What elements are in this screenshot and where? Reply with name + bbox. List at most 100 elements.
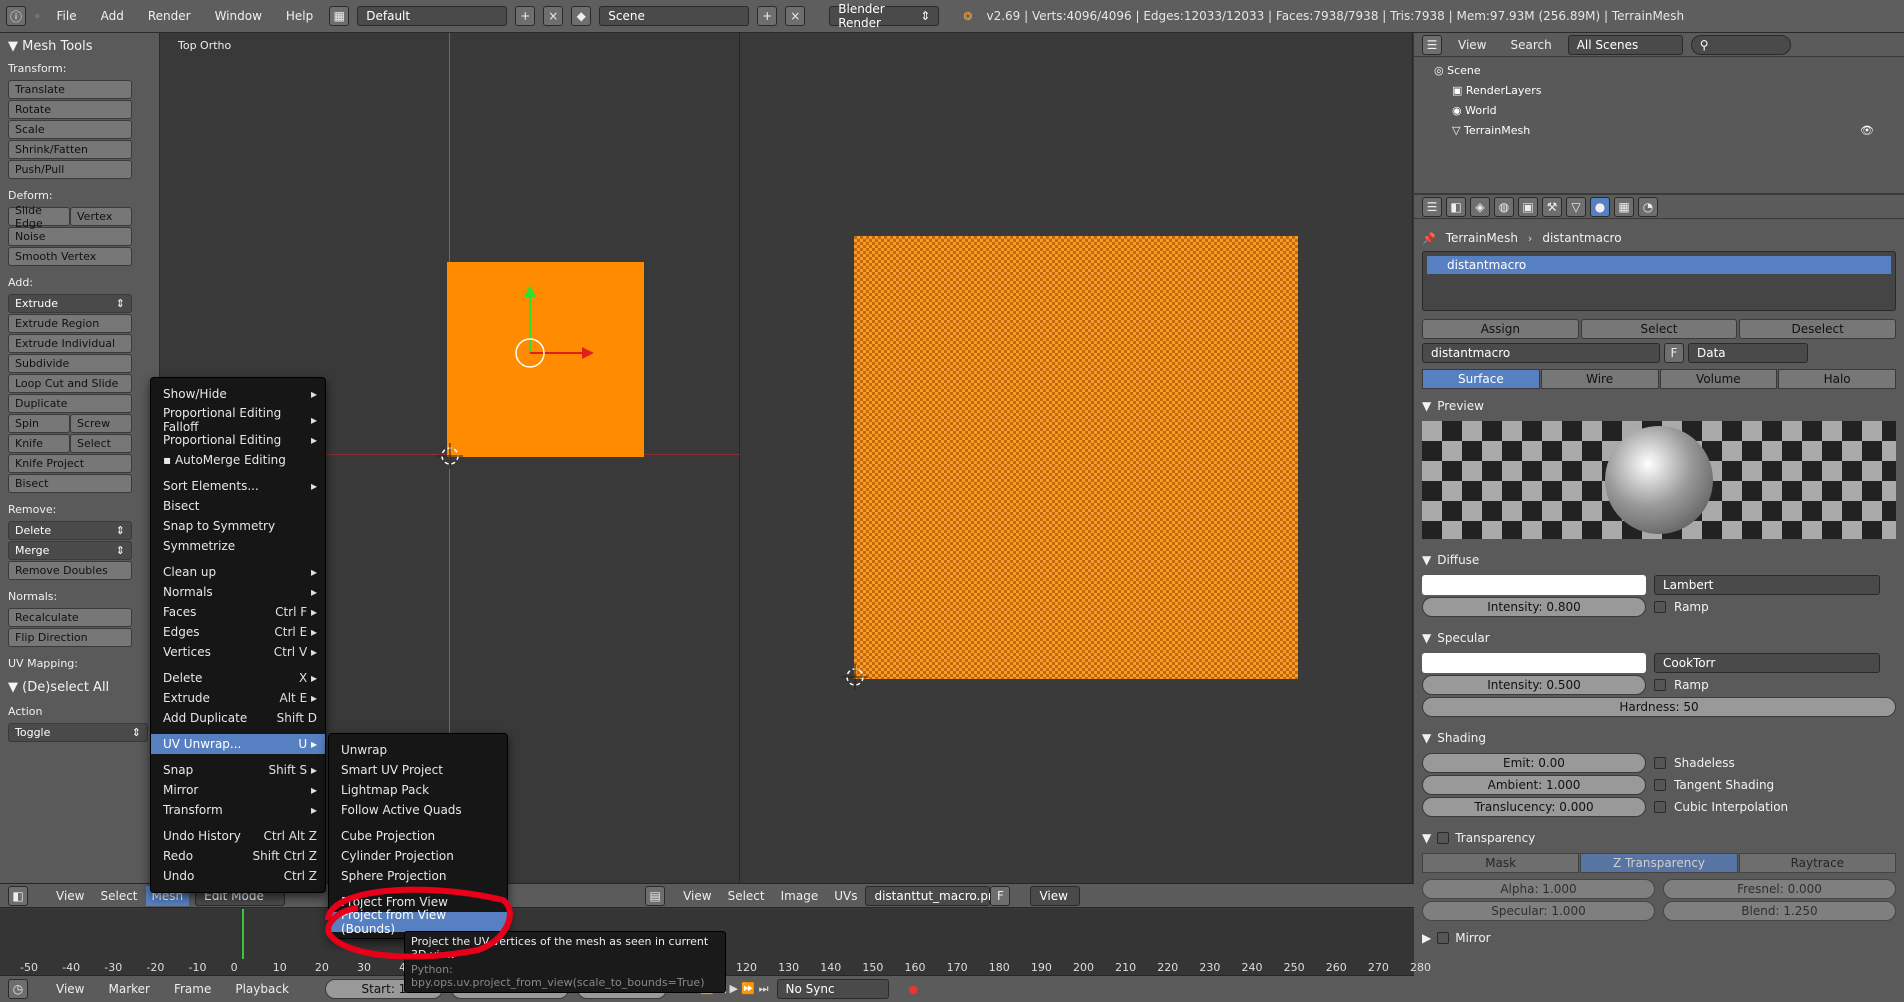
- menu-help[interactable]: Help: [278, 6, 321, 26]
- extrude-dropdown[interactable]: Extrude ⇕: [8, 294, 132, 313]
- scene-add-icon[interactable]: +: [757, 6, 778, 26]
- physics-tab-icon[interactable]: ◔: [1638, 196, 1658, 217]
- mesh-menu-item-undo-history[interactable]: Undo History Ctrl Alt Z: [151, 826, 325, 846]
- screw-button[interactable]: Screw: [70, 414, 132, 433]
- transform-manipulator-icon[interactable]: [440, 273, 660, 453]
- outliner-search-input[interactable]: ⚲: [1690, 34, 1791, 55]
- tab-z-transparency[interactable]: Z Transparency: [1580, 853, 1738, 873]
- mirror-checkbox[interactable]: [1437, 932, 1450, 944]
- timeline-marker-menu[interactable]: Marker: [100, 982, 157, 996]
- scene-tab-icon[interactable]: ◈: [1470, 196, 1490, 217]
- timeline-view-menu[interactable]: View: [48, 982, 92, 996]
- layout-add-icon[interactable]: +: [515, 6, 536, 26]
- diffuse-shader-dropdown[interactable]: Lambert: [1654, 575, 1880, 595]
- uv-image-menu[interactable]: Image: [773, 889, 827, 903]
- flip-direction-button[interactable]: Flip Direction: [8, 628, 132, 647]
- uv-menu-item-follow-active-quads[interactable]: Follow Active Quads: [329, 800, 507, 820]
- mesh-menu-item-bisect[interactable]: Bisect: [151, 496, 325, 516]
- mesh-menu-item-snap[interactable]: Snap Shift S ▸: [151, 760, 325, 780]
- shading-header[interactable]: ▼ Shading: [1422, 731, 1896, 745]
- diffuse-header[interactable]: ▼ Diffuse: [1422, 553, 1896, 567]
- mesh-menu-item-add-duplicate[interactable]: Add Duplicate Shift D: [151, 708, 325, 728]
- mesh-menu-item-proportional-editing-falloff[interactable]: Proportional Editing Falloff ▸: [151, 406, 325, 434]
- mesh-menu-item-edges[interactable]: Edges Ctrl E ▸: [151, 622, 325, 642]
- material-name-field[interactable]: distantmacro: [1422, 343, 1660, 363]
- select-button[interactable]: Select: [1580, 319, 1738, 339]
- slide-vertex-button[interactable]: Vertex: [70, 207, 132, 226]
- tab-wire[interactable]: Wire: [1540, 369, 1659, 389]
- transparency-checkbox[interactable]: [1437, 832, 1450, 844]
- record-icon[interactable]: ●: [909, 983, 919, 996]
- diffuse-ramp-checkbox[interactable]: [1654, 601, 1666, 613]
- spin-button[interactable]: Spin: [8, 414, 70, 433]
- slide-edge-button[interactable]: Slide Edge: [8, 204, 70, 230]
- smooth-vertex-button[interactable]: Smooth Vertex: [8, 247, 132, 266]
- hardness-slider[interactable]: Hardness: 50: [1422, 697, 1896, 717]
- render-tab-icon[interactable]: ◧: [1446, 196, 1466, 217]
- mesh-menu-item-faces[interactable]: Faces Ctrl F ▸: [151, 602, 325, 622]
- fresnel-slider[interactable]: Fresnel: 0.000: [1663, 879, 1896, 899]
- menu-render[interactable]: Render: [140, 6, 199, 26]
- layout-dropdown[interactable]: Default: [357, 6, 508, 26]
- extrude-individual-button[interactable]: Extrude Individual: [8, 334, 132, 353]
- object-tab-icon[interactable]: ▣: [1518, 196, 1538, 217]
- mesh-menu-item-mirror[interactable]: Mirror ▸: [151, 780, 325, 800]
- tab-volume[interactable]: Volume: [1659, 369, 1778, 389]
- knife-project-button[interactable]: Knife Project: [8, 454, 132, 473]
- delete-dropdown[interactable]: Delete ⇕: [8, 521, 132, 540]
- deselect-button[interactable]: Deselect: [1739, 319, 1897, 339]
- uv-select-menu[interactable]: Select: [720, 889, 773, 903]
- uv-view-dropdown[interactable]: View: [1030, 885, 1081, 906]
- tab-mask[interactable]: Mask: [1422, 853, 1580, 873]
- timeline-editor-icon[interactable]: ◷: [8, 979, 28, 999]
- timeline-frame-menu[interactable]: Frame: [166, 982, 219, 996]
- extrude-region-button[interactable]: Extrude Region: [8, 314, 132, 333]
- mesh-menu-item-redo[interactable]: Redo Shift Ctrl Z: [151, 846, 325, 866]
- mesh-menu-item-show-hide[interactable]: Show/Hide ▸: [151, 384, 325, 404]
- 3d-view-editor-icon[interactable]: ◧: [8, 885, 28, 906]
- loop-cut-button[interactable]: Loop Cut and Slide: [8, 374, 132, 393]
- specular-shader-dropdown[interactable]: CookTorr: [1654, 653, 1880, 673]
- current-frame-indicator[interactable]: [242, 909, 244, 959]
- texture-tab-icon[interactable]: ▦: [1614, 196, 1634, 217]
- 3d-view-menu[interactable]: View: [48, 889, 92, 903]
- material-slot-item[interactable]: distantmacro: [1427, 256, 1891, 274]
- scale-button[interactable]: Scale: [8, 120, 132, 139]
- uv-menu-item-cylinder-projection[interactable]: Cylinder Projection: [329, 846, 507, 866]
- fake-user-button[interactable]: F: [1664, 343, 1684, 363]
- menu-add[interactable]: Add: [93, 6, 132, 26]
- assign-button[interactable]: Assign: [1422, 319, 1579, 339]
- tree-item-world[interactable]: ◉ World: [1434, 101, 1884, 121]
- modifier-tab-icon[interactable]: ⚒: [1542, 196, 1562, 217]
- specular-alpha-slider[interactable]: Specular: 1.000: [1422, 901, 1655, 921]
- specular-color-swatch[interactable]: [1422, 653, 1646, 673]
- bisect-button[interactable]: Bisect: [8, 474, 132, 493]
- mesh-menu-item-automerge-editing[interactable]: ▪ AutoMerge Editing: [151, 450, 325, 470]
- mesh-menu-item-clean-up[interactable]: Clean up ▸: [151, 562, 325, 582]
- scene-dropdown[interactable]: Scene: [599, 6, 750, 26]
- uv-menu-item-lightmap-pack[interactable]: Lightmap Pack: [329, 780, 507, 800]
- diffuse-intensity-slider[interactable]: Intensity: 0.800: [1422, 597, 1646, 617]
- uv-uvs-menu[interactable]: UVs: [826, 889, 865, 903]
- visibility-eye-icon[interactable]: 👁: [1860, 121, 1874, 141]
- outliner-search-menu[interactable]: Search: [1502, 38, 1559, 52]
- tree-item-renderlayers[interactable]: ▣ RenderLayers: [1434, 81, 1884, 101]
- emit-slider[interactable]: Emit: 0.00: [1422, 753, 1646, 773]
- data-tab-icon[interactable]: ▽: [1566, 196, 1586, 217]
- outliner-editor-icon[interactable]: ☰: [1422, 34, 1442, 55]
- shrink-fatten-button[interactable]: Shrink/Fatten: [8, 140, 132, 159]
- knife-select-button[interactable]: Select: [70, 434, 132, 453]
- duplicate-button[interactable]: Duplicate: [8, 394, 132, 413]
- menu-window[interactable]: Window: [207, 6, 270, 26]
- info-editor-icon[interactable]: ⓘ: [6, 6, 26, 26]
- material-tab-icon[interactable]: ●: [1590, 196, 1610, 217]
- mesh-menu-item-vertices[interactable]: Vertices Ctrl V ▸: [151, 642, 325, 662]
- mirror-header[interactable]: ▶ Mirror: [1422, 931, 1896, 945]
- noise-button[interactable]: Noise: [8, 227, 132, 246]
- scene-close-icon[interactable]: ×: [785, 6, 806, 26]
- specular-header[interactable]: ▼ Specular: [1422, 631, 1896, 645]
- timeline-playback-menu[interactable]: Playback: [227, 982, 297, 996]
- mesh-menu-item-sort-elements[interactable]: Sort Elements... ▸: [151, 476, 325, 496]
- uv-mesh-grid[interactable]: [854, 236, 1298, 679]
- tree-item-scene[interactable]: ◎ Scene: [1434, 61, 1884, 81]
